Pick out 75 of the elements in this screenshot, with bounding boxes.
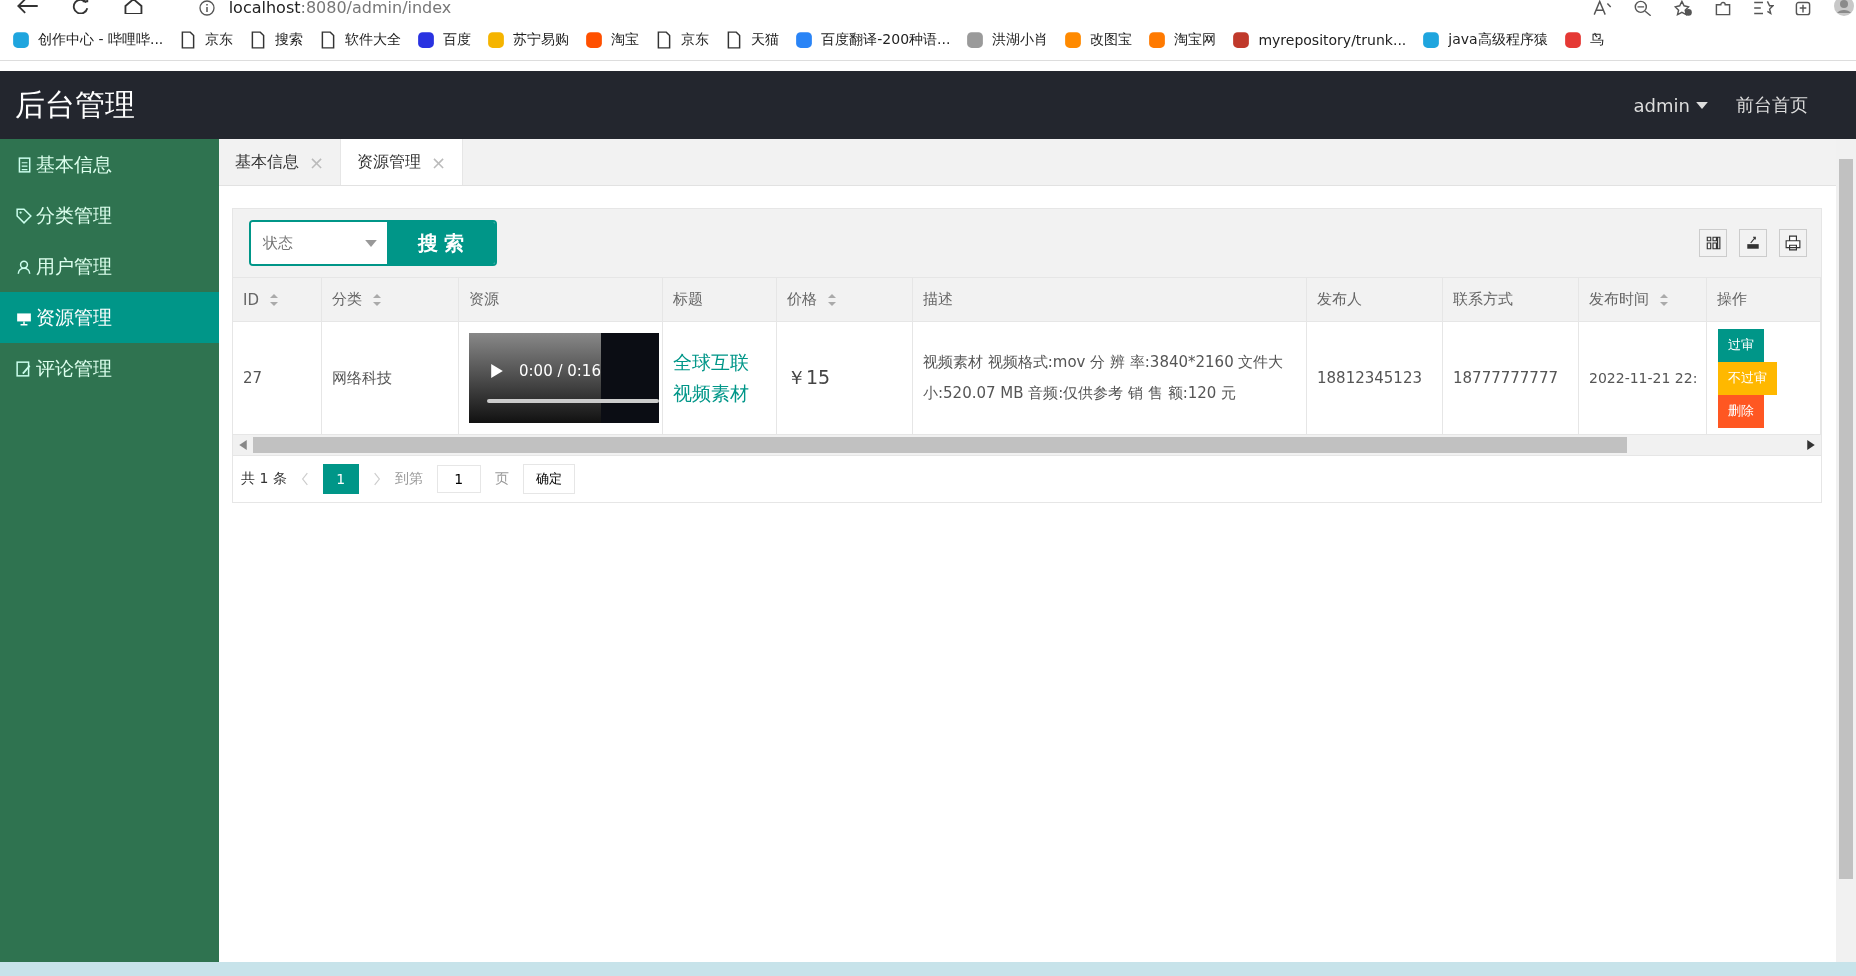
resource-title[interactable]: 全球互联视频素材 [673,347,755,409]
bookmark-item[interactable]: 软件大全 [319,31,402,49]
column-header: 标题 [663,278,777,321]
document-icon [16,156,32,173]
printer-icon [1785,235,1801,251]
export-icon [1745,235,1761,251]
bookmark-item[interactable]: 京东 [655,31,710,49]
price: ￥15 [787,365,831,390]
column-header: 资源 [459,278,663,321]
info-icon[interactable] [198,0,215,16]
avatar-icon[interactable] [1832,0,1856,16]
column-header: 价格 [777,278,913,321]
bookmark-item[interactable]: 淘宝 [585,31,640,49]
approve-button[interactable]: 过审 [1718,328,1764,362]
page-number[interactable]: 1 [322,464,359,494]
column-header: 描述 [913,278,1307,321]
scroll-right-icon[interactable] [1807,440,1815,450]
video-time: 0:00 / 0:16 [519,362,601,380]
sidebar-item[interactable]: 资源管理 [0,292,219,343]
goto-label: 到第 [394,470,423,488]
horizontal-scrollbar[interactable] [233,435,1821,456]
sidebar-item[interactable]: 评论管理 [0,343,219,394]
bookmark-item[interactable]: 天猫 [725,31,780,49]
column-header: ID [233,278,322,321]
read-aloud-icon[interactable] [1592,0,1614,16]
tag-icon [16,207,32,224]
caret-icon[interactable] [1696,101,1708,109]
zoom-out-icon[interactable] [1632,0,1654,16]
user-icon [16,258,32,275]
bookmark-item[interactable]: 苏宁易购 [487,31,570,49]
back-icon[interactable] [16,0,39,14]
page-unit: 页 [494,470,509,488]
columns-button[interactable] [1699,229,1727,257]
app-title: 后台管理 [15,85,135,124]
edit-icon [16,360,32,377]
bookmark-item[interactable]: 鸟 [1563,31,1604,49]
description-text: 视频素材 视频格式:mov 分 辨 率:3840*2160 文件大小:520.07 MB 音频:仅供参考 销 售 额:120 元 [923,352,1285,404]
vertical-scrollbar[interactable] [1836,139,1856,962]
favorites-icon[interactable] [1752,0,1774,16]
bookmark-item[interactable]: 淘宝网 [1148,31,1217,49]
table-cell: 网络科技 [332,368,392,388]
table-cell: 2022-11-21 22: [1589,370,1698,386]
bookmark-item[interactable]: 创作中心 - 哔哩哔... [12,31,164,49]
column-header: 联系方式 [1443,278,1579,321]
video-player[interactable]: 0:00 / 0:16 [469,333,659,423]
page-input[interactable]: 1 [436,465,481,493]
column-header: 发布人 [1307,278,1443,321]
bookmark-item[interactable]: myrepository/trunk... [1232,31,1407,49]
column-header: 分类 [322,278,459,321]
table-cell: 18777777777 [1453,369,1558,387]
user-menu[interactable]: admin [1633,94,1690,116]
export-button[interactable] [1739,229,1767,257]
bookmark-item[interactable]: 改图宝 [1064,31,1133,49]
sidebar-item[interactable]: 分类管理 [0,190,219,241]
table-cell: 18812345123 [1317,369,1422,387]
sidebar-item[interactable]: 基本信息 [0,139,219,190]
sidebar-item[interactable]: 用户管理 [0,241,219,292]
bookmark-item[interactable]: 洪湖小肖 [966,31,1049,49]
tab[interactable]: 资源管理 × [341,139,464,185]
star-add-icon[interactable] [1672,0,1694,16]
scroll-left-icon[interactable] [239,440,247,450]
play-icon[interactable] [491,364,503,378]
grid-icon [1705,235,1721,251]
confirm-button[interactable]: 确定 [522,464,575,494]
frontpage-link[interactable]: 前台首页 [1736,93,1808,117]
bookmark-item[interactable]: 京东 [179,31,234,49]
table-cell: 27 [243,369,263,387]
bookmark-item[interactable]: 百度翻译-200种语... [795,31,951,49]
total-count: 共 1 条 [241,470,287,488]
print-button[interactable] [1779,229,1807,257]
bookmark-item[interactable]: java高级程序猿 [1422,31,1548,49]
column-header: 发布时间 [1579,278,1707,321]
column-header: 操作 [1707,278,1821,321]
bookmark-item[interactable]: 搜索 [249,31,304,49]
bookmark-item[interactable]: 百度 [417,31,472,49]
